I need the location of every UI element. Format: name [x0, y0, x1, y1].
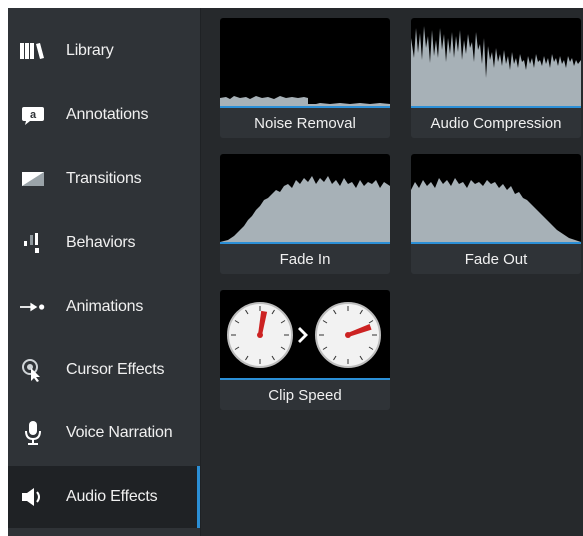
- sidebar-item-transitions[interactable]: Transitions: [8, 148, 200, 210]
- sidebar-item-cursor-effects[interactable]: Cursor Effects: [8, 339, 200, 401]
- tile-label: Audio Compression: [430, 114, 562, 132]
- sidebar-item-label: Animations: [66, 298, 144, 315]
- speaker-icon: [20, 484, 46, 510]
- audio-compression-thumbnail: [411, 18, 581, 108]
- behaviors-icon: [20, 230, 46, 256]
- cursor-effects-icon: [20, 357, 46, 383]
- sidebar-item-voice-narration[interactable]: Voice Narration: [8, 402, 200, 464]
- tile-label: Fade In: [279, 250, 331, 268]
- effect-tile-clip-speed[interactable]: Clip Speed: [220, 290, 390, 410]
- sidebar-item-library[interactable]: Library: [8, 20, 200, 82]
- sidebar-item-label: Behaviors: [66, 234, 136, 251]
- clip-speed-thumbnail: [220, 290, 390, 380]
- sidebar-item-label: Transitions: [66, 170, 142, 187]
- svg-text:a: a: [30, 109, 37, 121]
- sidebar-item-animations[interactable]: Animations: [8, 276, 200, 338]
- effect-tile-noise-removal[interactable]: Noise Removal: [220, 18, 390, 138]
- microphone-icon: [20, 420, 46, 446]
- effect-tile-fade-out[interactable]: Fade Out: [411, 154, 581, 274]
- sidebar-item-annotations[interactable]: a Annotations: [8, 84, 200, 146]
- sidebar-item-label: Cursor Effects: [66, 361, 165, 378]
- sidebar-item-audio-effects[interactable]: Audio Effects: [8, 466, 200, 528]
- tile-label: Noise Removal: [254, 114, 356, 132]
- fade-out-thumbnail: [411, 154, 581, 244]
- sidebar-item-label: Voice Narration: [66, 424, 173, 441]
- noise-removal-thumbnail: [220, 18, 390, 108]
- tile-label: Fade Out: [464, 250, 528, 268]
- sidebar-item-label: Annotations: [66, 106, 149, 123]
- effects-panel: Library a Annotations Transitions Behavi…: [8, 8, 583, 536]
- effect-tile-audio-compression[interactable]: Audio Compression: [411, 18, 581, 138]
- tile-label: Clip Speed: [268, 386, 342, 404]
- clock-icon: [315, 302, 381, 368]
- sidebar-item-behaviors[interactable]: Behaviors: [8, 212, 200, 274]
- annotations-icon: a: [20, 102, 46, 128]
- sidebar-item-label: Library: [66, 42, 114, 59]
- animations-icon: [20, 294, 46, 320]
- effect-tile-fade-in[interactable]: Fade In: [220, 154, 390, 274]
- clock-icon: [227, 302, 293, 368]
- library-icon: [20, 38, 46, 64]
- sidebar-item-label: Audio Effects: [66, 488, 158, 505]
- chevron-right-icon: [298, 327, 308, 343]
- transitions-icon: [20, 166, 46, 192]
- sidebar: Library a Annotations Transitions Behavi…: [8, 8, 201, 536]
- fade-in-thumbnail: [220, 154, 390, 244]
